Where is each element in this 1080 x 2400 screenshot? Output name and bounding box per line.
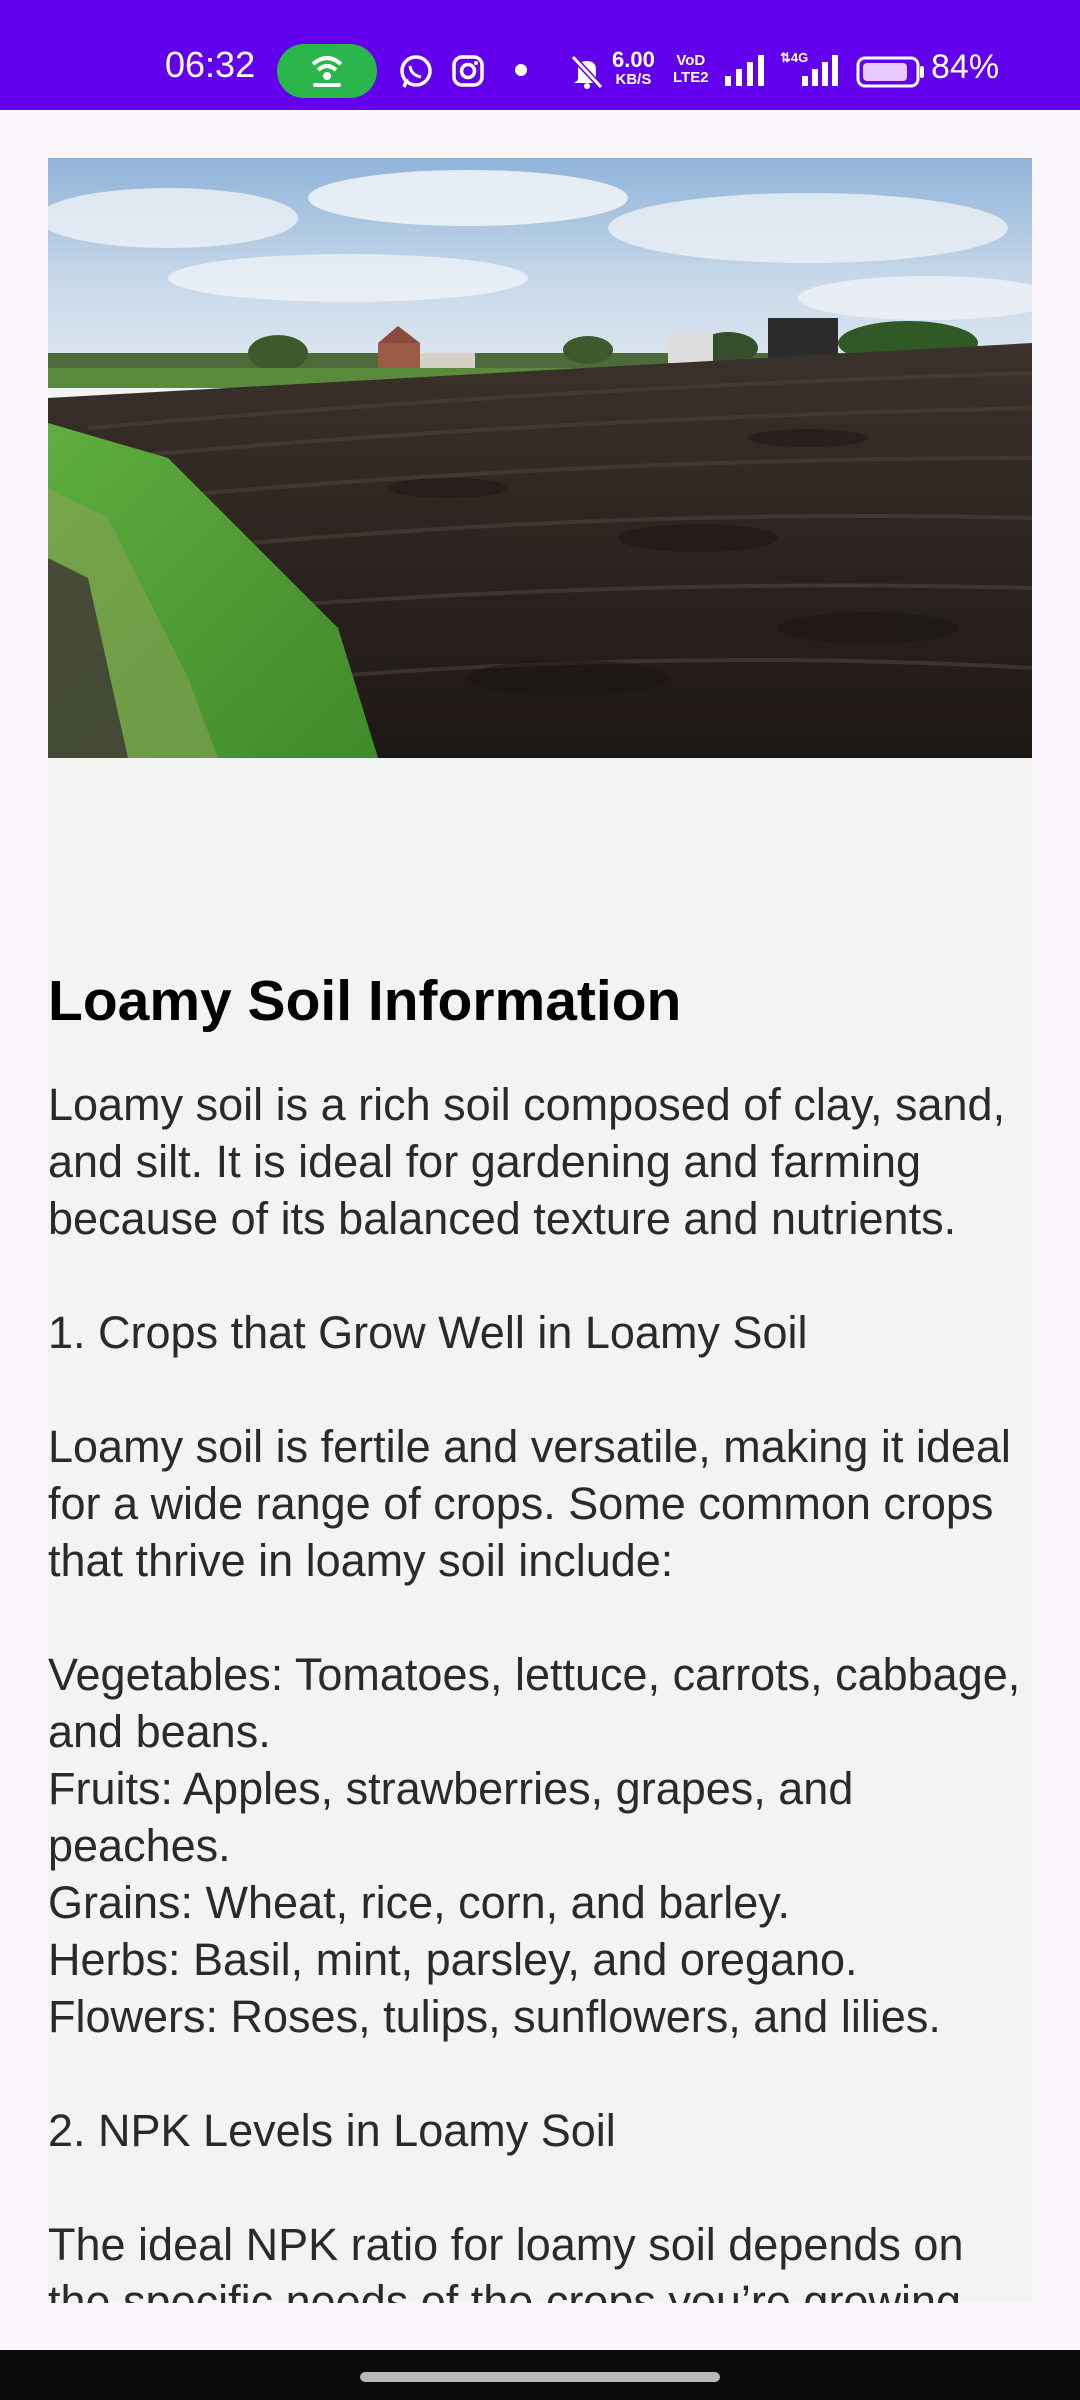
crops-paragraph: Loamy soil is fertile and versatile, mak… [48, 1421, 1011, 1586]
intro-paragraph: Loamy soil is a rich soil composed of cl… [48, 1079, 1006, 1244]
svg-text:⇅4G: ⇅4G [780, 50, 808, 65]
npk-paragraph: The ideal NPK ratio for loamy soil depen… [48, 2219, 974, 2303]
bell-muted-icon [570, 54, 604, 90]
section-heading-crops: 1. Crops that Grow Well in Loamy Soil [48, 1307, 808, 1358]
plowed-field-illustration [48, 158, 1032, 758]
signal-icon [725, 55, 764, 86]
page-title: Loamy Soil Information [48, 969, 682, 1033]
battery-icon [856, 56, 924, 88]
soil-info-content[interactable]: Loamy Soil Information Loamy soil is a r… [48, 158, 1032, 2303]
whatsapp-icon [400, 55, 432, 88]
loamy-soil-image [48, 158, 1032, 758]
list-item: Grains: Wheat, rice, corn, and barley. [48, 1877, 790, 1928]
list-item: Flowers: Roses, tulips, sunflowers, and … [48, 1991, 941, 2042]
notification-dot [515, 64, 527, 76]
crop-list: Vegetables: Tomatoes, lettuce, carrots, … [48, 1646, 1032, 2045]
home-gesture-handle[interactable] [360, 2372, 720, 2382]
hotspot-indicator [277, 44, 377, 98]
battery-percent: 84% [931, 48, 1000, 86]
instagram-icon [452, 55, 484, 87]
navigation-bar [0, 2350, 1080, 2400]
list-item: Vegetables: Tomatoes, lettuce, carrots, … [48, 1649, 1021, 1757]
soil-description: Loamy soil is a rich soil composed of cl… [48, 1076, 1032, 2303]
list-item: Herbs: Basil, mint, parsley, and oregano… [48, 1934, 858, 1985]
status-time: 06:32 [165, 44, 256, 85]
status-bar: 06:32 6.00 KB/S VoD LTE2 ⇅4G 84% [0, 0, 1080, 110]
hotspot-icon [311, 56, 343, 87]
volte-indicator: VoD LTE2 [673, 52, 709, 86]
signal-4g-icon: ⇅4G [780, 50, 838, 86]
section-heading-npk: 2. NPK Levels in Loamy Soil [48, 2105, 616, 2156]
network-speed: 6.00 KB/S [612, 47, 655, 89]
list-item: Fruits: Apples, strawberries, grapes, an… [48, 1763, 854, 1871]
